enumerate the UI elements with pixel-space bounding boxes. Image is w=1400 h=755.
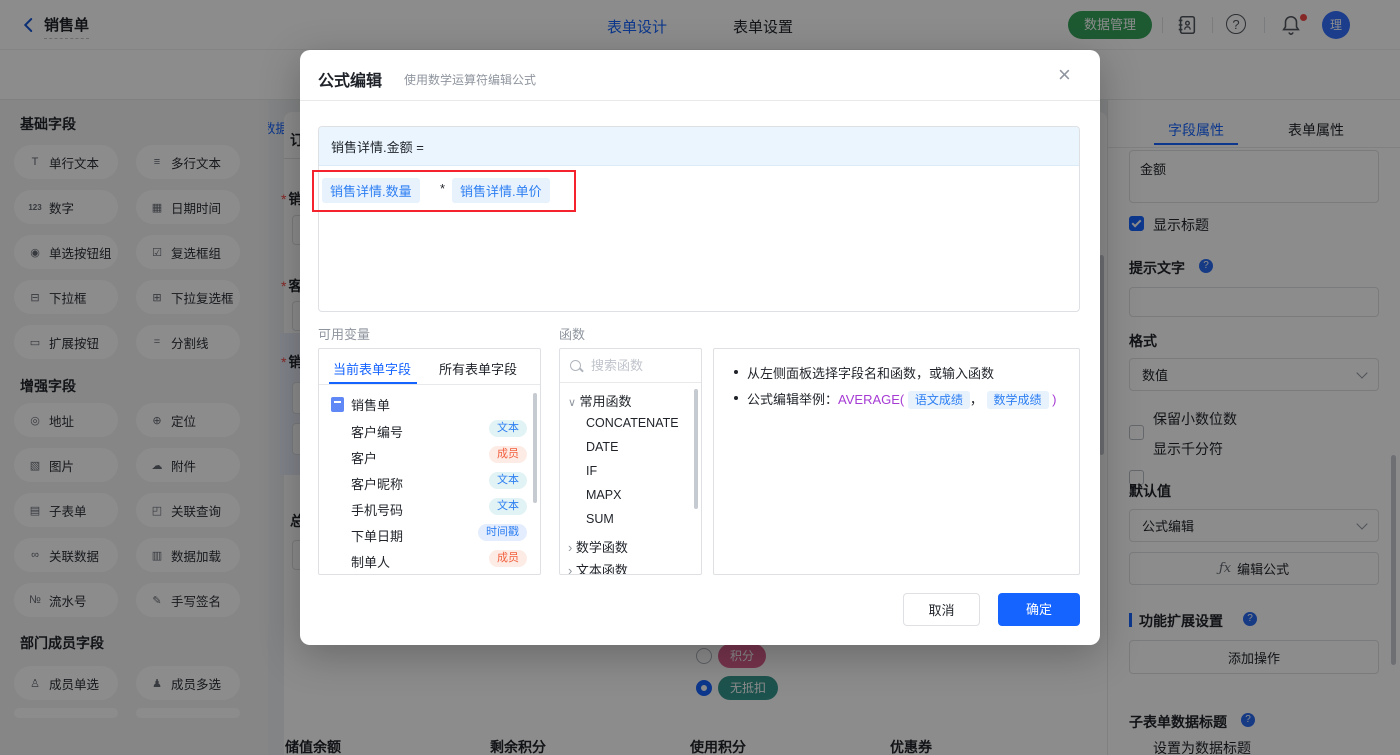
hint-line-2: 公式编辑举例：AVERAGE( 语文成绩， 数学成绩 ) [734,389,1074,411]
function-item[interactable]: SUM [586,512,614,526]
type-badge: 时间戳 [478,524,527,541]
type-badge: 文本 [489,498,527,515]
function-item[interactable]: MAPX [586,488,621,502]
hint-line-1: 从左侧面板选择字段名和函数，或输入函数 [734,363,1064,382]
function-search-input[interactable] [589,357,693,374]
search-icon [570,360,581,371]
formula-target: 销售详情.金额 = [331,139,424,155]
formula-operator[interactable]: * [440,181,445,196]
type-badge: 文本 [489,472,527,489]
group-math-functions[interactable]: 数学函数 [568,537,628,556]
hint-comma: ， [969,392,983,407]
close-icon[interactable] [1058,65,1071,85]
hint-example-prefix: 公式编辑举例： [747,392,839,407]
function-item[interactable]: CONCATENATE [586,416,679,430]
hint-chip-chinese-score: 语文成绩 [907,391,970,409]
tree-root-sales-order[interactable]: 销售单 [331,395,390,414]
function-item[interactable]: IF [586,464,597,478]
functions-scrollbar[interactable] [694,389,698,509]
formula-token-price[interactable]: 销售详情.单价 [452,178,550,203]
group-text-functions[interactable]: 文本函数 [568,560,628,574]
chevron-right-icon [568,541,572,555]
variable-row[interactable]: 下单日期 [351,526,403,545]
hint-function-open: AVERAGE( [838,392,905,407]
divider [300,100,1100,101]
formula-token-quantity[interactable]: 销售详情.数量 [322,178,420,203]
functions-label: 函数 [559,327,586,342]
hint-panel: 从左侧面板选择字段名和函数，或输入函数 公式编辑举例：AVERAGE( 语文成绩… [713,348,1080,575]
type-badge: 成员 [489,446,527,463]
cancel-button[interactable]: 取消 [903,593,980,626]
variables-label: 可用变量 [318,327,371,342]
modal-subtitle: 使用数学运算符编辑公式 [404,73,537,87]
group-common-functions[interactable]: 常用函数 [568,391,632,410]
variable-row[interactable]: 制单人 [351,552,390,571]
app-root: 销售单 表单设计 表单设置 数据管理 ? 理 ⊘ 表单外链 ⊡ 后端脚本 [0,0,1400,755]
hint-function-close: ) [1052,392,1057,407]
chevron-right-icon [568,564,572,574]
type-badge: 文本 [489,420,527,437]
variables-panel: 当前表单字段 所有表单字段 销售单 客户编号 文本 客户 成员 客户昵称 文本 … [318,348,541,575]
variables-scrollbar[interactable] [533,393,537,503]
formula-target-strip: 销售详情.金额 = [319,127,1079,166]
variable-row[interactable]: 客户昵称 [351,474,403,493]
chevron-down-icon [568,395,576,409]
variable-row[interactable]: 客户编号 [351,422,403,441]
formula-editor-box[interactable]: 销售详情.金额 = [318,126,1080,312]
tab-all-form-fields[interactable]: 所有表单字段 [439,359,517,378]
bullet-dot [734,396,738,400]
bullet-dot [734,370,738,374]
divider [319,384,540,385]
hint-chip-math-score: 数学成绩 [986,391,1049,409]
functions-panel: 常用函数 CONCATENATE DATE IF MAPX SUM 数学函数 文… [559,348,702,575]
function-item[interactable]: DATE [586,440,618,454]
function-search[interactable] [560,349,701,383]
tree-root-label: 销售单 [351,398,391,413]
document-icon [331,397,344,412]
variable-row[interactable]: 客户 [351,448,377,467]
variable-row[interactable]: 手机号码 [351,500,403,519]
formula-edit-modal: 公式编辑 使用数学运算符编辑公式 销售详情.金额 = 销售详情.数量 * 销售详… [300,50,1100,645]
modal-title: 公式编辑 [318,73,383,90]
confirm-button[interactable]: 确定 [998,593,1080,626]
tab-current-form-fields[interactable]: 当前表单字段 [333,359,411,378]
type-badge: 成员 [489,550,527,567]
